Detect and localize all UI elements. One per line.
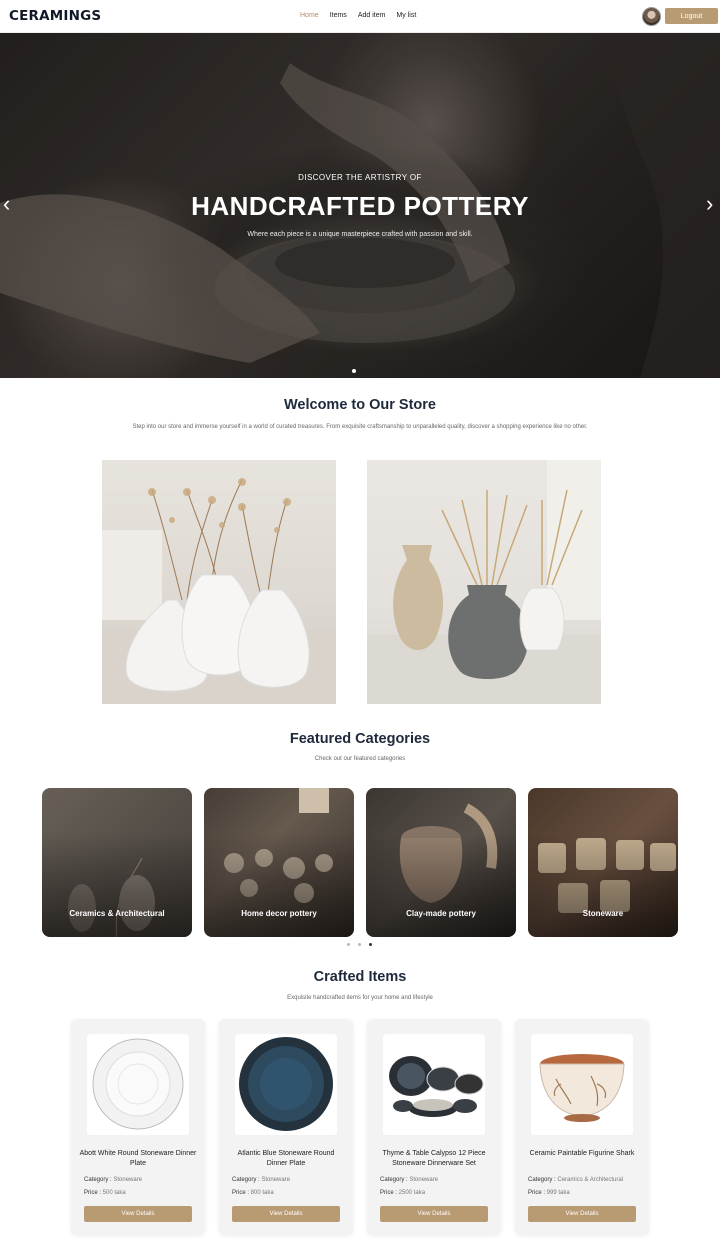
category-card-home-decor[interactable]: Home decor pottery [204, 788, 354, 937]
view-details-button[interactable]: View Details [380, 1206, 488, 1222]
item-image-dinnerware-set[interactable] [383, 1034, 485, 1135]
price-value: 2500 taka [398, 1190, 426, 1196]
item-category: Category : Stoneware [232, 1177, 290, 1183]
item-card: Thyme & Table Calypso 12 Piece Stoneware… [367, 1019, 501, 1235]
welcome-description: Step into our store and immerse yourself… [132, 424, 588, 430]
categories-title: Featured Categories [289, 731, 431, 747]
navbar: CERAMINGS Home Items Add item My list Lo… [0, 0, 720, 33]
nav-link-my-list[interactable]: My list [396, 12, 416, 19]
nav-link-add-item[interactable]: Add item [358, 12, 386, 19]
items-subtitle: Exquisite handcrafted items for your hom… [287, 995, 433, 1001]
nav-link-items[interactable]: Items [330, 12, 347, 19]
item-name: Ceramic Paintable Figurine Shark [529, 1150, 635, 1157]
category-label: Ceramics & Architectural [69, 909, 165, 918]
logout-button[interactable]: Logout [665, 8, 718, 24]
brand-logo[interactable]: CERAMINGS [9, 8, 101, 24]
category-label: Stoneware [582, 909, 624, 918]
item-image-white-plate[interactable] [87, 1034, 189, 1135]
carousel-dot[interactable] [347, 943, 350, 946]
view-details-button[interactable]: View Details [528, 1206, 636, 1222]
price-value: 999 taka [546, 1190, 570, 1196]
hero-description: Where each piece is a unique masterpiece… [247, 231, 473, 238]
view-details-button[interactable]: View Details [84, 1206, 192, 1222]
category-card-stoneware[interactable]: Stoneware [528, 788, 678, 937]
price-label: Price : [232, 1190, 251, 1196]
items-title: Crafted Items [313, 969, 407, 985]
avatar[interactable] [642, 7, 661, 26]
category-label: Home decor pottery [241, 909, 317, 918]
item-image-blue-plate[interactable] [235, 1034, 337, 1135]
item-name: Atlantic Blue Stoneware Round Dinner Pla… [237, 1150, 335, 1167]
item-category: Category : Stoneware [84, 1177, 142, 1183]
item-price: Price : 800 taka [232, 1190, 274, 1196]
category-label: Category : [380, 1177, 410, 1183]
category-value: Stoneware [409, 1177, 439, 1183]
category-label: Category : [528, 1177, 558, 1183]
category-label: Category : [84, 1177, 114, 1183]
category-label: Category : [232, 1177, 262, 1183]
category-value: Ceramics & Architectural [557, 1177, 624, 1183]
hero-carousel-dot[interactable] [352, 369, 356, 373]
price-label: Price : [380, 1190, 399, 1196]
category-card-clay-made[interactable]: Clay-made pottery [366, 788, 516, 937]
item-price: Price : 500 taka [84, 1190, 126, 1196]
item-price: Price : 999 taka [528, 1190, 570, 1196]
categories-subtitle: Check out our featured categories [314, 756, 406, 762]
item-card: Atlantic Blue Stoneware Round Dinner Pla… [219, 1019, 353, 1235]
view-details-button[interactable]: View Details [232, 1206, 340, 1222]
price-value: 500 taka [102, 1190, 126, 1196]
category-card-ceramics[interactable]: Ceramics & Architectural [42, 788, 192, 937]
welcome-image-white-vases [102, 460, 336, 704]
hero-banner: DISCOVER THE ARTISTRY OF HANDCRAFTED POT… [0, 33, 720, 378]
item-category: Category : Stoneware [380, 1177, 438, 1183]
price-label: Price : [84, 1190, 103, 1196]
chevron-left-icon[interactable]: ‹ [3, 193, 10, 215]
item-category: Category : Ceramics & Architectural [528, 1177, 623, 1183]
category-label: Clay-made pottery [406, 909, 476, 918]
item-name: Thyme & Table Calypso 12 Piece Stoneware… [382, 1150, 486, 1167]
price-value: 800 taka [250, 1190, 274, 1196]
item-card: Abott White Round Stoneware Dinner Plate… [71, 1019, 205, 1235]
item-name: Abott White Round Stoneware Dinner Plate [79, 1150, 197, 1167]
carousel-dot-active[interactable] [369, 943, 372, 946]
category-value: Stoneware [113, 1177, 143, 1183]
price-label: Price : [528, 1190, 547, 1196]
nav-links: Home Items Add item My list [300, 12, 416, 19]
carousel-dot[interactable] [358, 943, 361, 946]
item-image-ceramic-bowl[interactable] [531, 1034, 633, 1135]
nav-link-home[interactable]: Home [300, 12, 319, 19]
item-card: Ceramic Paintable Figurine Shark Categor… [515, 1019, 649, 1235]
item-price: Price : 2500 taka [380, 1190, 425, 1196]
welcome-image-assorted-vases [367, 460, 601, 704]
hero-subtitle: DISCOVER THE ARTISTRY OF [298, 173, 422, 182]
category-carousel-dots [347, 943, 372, 946]
welcome-title: Welcome to Our Store [283, 397, 436, 413]
chevron-right-icon[interactable]: › [706, 193, 713, 215]
category-value: Stoneware [261, 1177, 291, 1183]
hero-title: HANDCRAFTED POTTERY [191, 191, 529, 221]
